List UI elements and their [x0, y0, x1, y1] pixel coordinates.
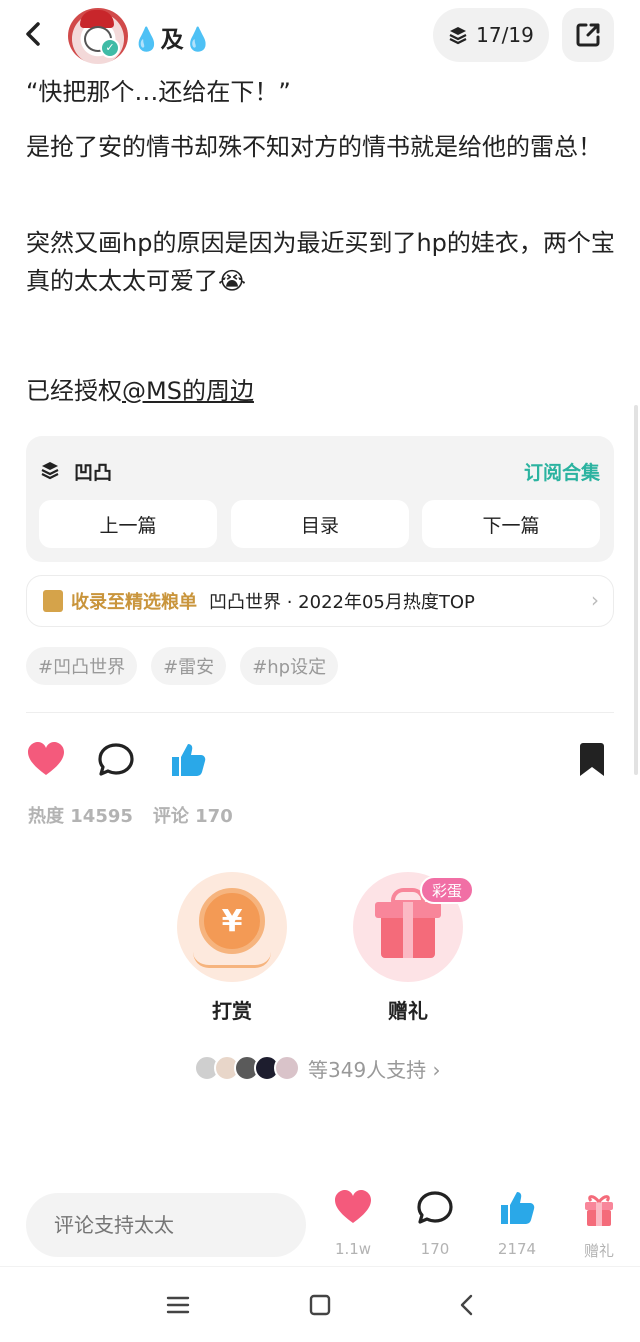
avatar[interactable]	[68, 8, 128, 64]
verified-badge-icon: ✓	[100, 38, 120, 58]
featured-label: 收录至精选粮单	[71, 592, 197, 613]
coin-icon: ¥	[199, 888, 265, 954]
tip-button[interactable]: ¥	[177, 872, 287, 982]
bottom-gift-button[interactable]: 赠礼	[569, 1188, 629, 1261]
droplet-icon: 💧	[132, 27, 161, 53]
comment-bubble-icon	[98, 743, 134, 776]
share-icon	[576, 23, 600, 47]
username[interactable]: 💧及💧	[132, 20, 212, 54]
directory-button[interactable]: 目录	[231, 500, 409, 548]
action-row	[0, 740, 640, 784]
heat-count: 热度 14595	[28, 806, 133, 827]
tag-item[interactable]: #凹凸世界	[26, 647, 138, 685]
comment-button[interactable]	[96, 740, 136, 780]
collection-card: 凹凸 订阅合集 上一篇 目录 下一篇	[26, 436, 614, 562]
subscribe-collection-button[interactable]: 订阅合集	[524, 458, 600, 485]
featured-text: 凹凸世界 · 2022年05月热度TOP	[209, 592, 475, 613]
collection-progress-text: 17/19	[476, 23, 534, 47]
post-line-3: 突然又画hp的原因是因为最近买到了hp的娃衣，两个宝真的太太太可爱了😭	[26, 229, 615, 295]
easter-egg-badge: 彩蛋	[420, 876, 474, 904]
supporters-row[interactable]: 等349人支持 ›	[194, 1054, 441, 1082]
heart-icon	[28, 742, 64, 775]
gift-icon	[585, 1195, 613, 1226]
username-text: 及	[160, 27, 184, 53]
tip-label: 打赏	[212, 999, 252, 1023]
collection-stack-icon	[41, 462, 59, 480]
back-chevron-icon	[460, 1294, 473, 1316]
tag-item[interactable]: #雷安	[151, 647, 227, 685]
gift-label: 赠礼	[388, 999, 428, 1023]
system-back-button[interactable]	[452, 1289, 484, 1321]
next-post-button[interactable]: 下一篇	[422, 500, 600, 548]
chevron-right-icon: ›	[591, 588, 599, 612]
featured-book-icon	[43, 590, 63, 612]
gift-label: 赠礼	[583, 1242, 614, 1260]
collection-title[interactable]: 凹凸	[74, 458, 112, 485]
comment-count: 评论 170	[152, 806, 233, 827]
featured-list-row[interactable]: 收录至精选粮单 凹凸世界 · 2022年05月热度TOP ›	[26, 575, 614, 627]
share-button[interactable]	[562, 8, 614, 62]
home-button[interactable]	[304, 1289, 336, 1321]
collection-progress-button[interactable]: 17/19	[433, 8, 549, 62]
heart-icon	[335, 1190, 371, 1223]
bottom-like-button[interactable]: 1.1w	[323, 1188, 383, 1258]
tag-list: #凹凸世界 #雷安 #hp设定	[26, 647, 339, 685]
tag-item[interactable]: #hp设定	[240, 647, 339, 685]
gift-ribbon	[403, 902, 413, 958]
hand-icon	[193, 952, 271, 968]
previous-post-button[interactable]: 上一篇	[39, 500, 217, 548]
droplet-icon: 💧	[183, 27, 213, 53]
recommend-button[interactable]	[168, 740, 208, 780]
bookmark-button[interactable]	[574, 740, 614, 780]
bookmark-icon	[580, 743, 604, 776]
like-count: 1.1w	[334, 1240, 372, 1258]
scrollbar[interactable]	[634, 405, 638, 775]
bottom-comment-button[interactable]: 170	[405, 1188, 465, 1258]
post-line-4: 已经授权@MS的周边	[26, 372, 616, 410]
back-arrow-icon	[26, 22, 40, 46]
authorization-text: 已经授权	[26, 377, 122, 405]
recommend-count: 2174	[497, 1240, 537, 1258]
post-line-2: 是抢了安的情书却殊不知对方的情书就是给他的雷总！	[26, 133, 602, 161]
top-bar: ✓ 💧及💧 17/19	[0, 0, 640, 72]
back-button[interactable]	[18, 16, 50, 52]
home-square-icon	[309, 1294, 331, 1316]
thumbs-up-icon	[172, 744, 206, 776]
supporters-count: 等349人支持 ›	[308, 1057, 441, 1082]
thumbs-up-icon	[501, 1192, 535, 1224]
user-mention-link[interactable]: @MS的周边	[122, 377, 254, 405]
like-button[interactable]	[26, 740, 66, 780]
bottom-recommend-button[interactable]: 2174	[487, 1188, 547, 1258]
supporter-avatar	[274, 1055, 300, 1081]
menu-icon	[166, 1296, 190, 1314]
comment-count: 170	[420, 1240, 450, 1258]
comment-bubble-icon	[417, 1191, 453, 1224]
collection-stack-icon	[449, 27, 467, 45]
post-line-1: “快把那个…还给在下！”	[26, 78, 291, 106]
comment-input[interactable]	[26, 1193, 306, 1257]
post-stats: 热度 14595 评论 170	[28, 802, 253, 828]
system-navigation-bar	[0, 1266, 640, 1342]
divider	[26, 712, 614, 713]
menu-button[interactable]	[162, 1289, 194, 1321]
